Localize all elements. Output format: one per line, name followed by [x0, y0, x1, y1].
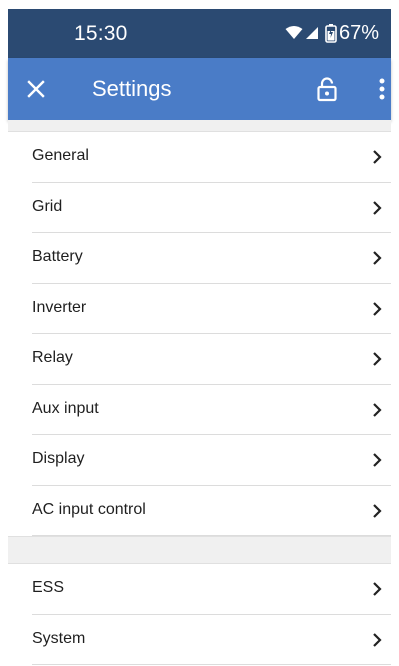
settings-item-system[interactable]: System: [8, 614, 391, 665]
section-divider: [8, 536, 391, 564]
page-title: Settings: [92, 76, 172, 101]
unlocked-padlock-icon[interactable]: [313, 75, 341, 103]
more-vertical-icon[interactable]: [374, 76, 390, 102]
settings-list: General Grid Battery Inverter Relay Aux …: [8, 120, 391, 665]
settings-item-display[interactable]: Display: [8, 435, 391, 486]
chevron-right-icon: [373, 453, 382, 467]
chevron-right-icon: [373, 200, 382, 215]
settings-item-label: General: [32, 147, 89, 164]
settings-item-aux-input[interactable]: Aux input: [8, 384, 391, 435]
chevron-right-icon: [373, 582, 382, 596]
chevron-right-icon: [373, 503, 382, 518]
settings-item-ac-input-control[interactable]: AC input control: [8, 485, 391, 536]
settings-item-label: Inverter: [32, 298, 87, 316]
settings-item-battery[interactable]: Battery: [8, 233, 391, 284]
settings-item-label: ESS: [32, 579, 65, 596]
settings-item-inverter[interactable]: Inverter: [8, 283, 391, 334]
close-icon[interactable]: [24, 77, 48, 101]
battery-charging-icon: [325, 24, 337, 43]
settings-item-label: Grid: [32, 197, 63, 215]
settings-item-ess[interactable]: ESS: [8, 564, 391, 615]
settings-item-label: Battery: [32, 248, 83, 265]
battery-percent: 67%: [338, 21, 379, 44]
chevron-right-icon: [373, 301, 382, 316]
app-bar: Settings: [8, 58, 391, 120]
settings-item-label: AC input control: [32, 500, 146, 518]
chevron-right-icon: [373, 251, 382, 265]
settings-item-label: Display: [32, 450, 85, 467]
settings-item-grid[interactable]: Grid: [8, 182, 391, 233]
settings-item-relay[interactable]: Relay: [8, 334, 391, 385]
settings-item-label: Aux input: [32, 399, 99, 417]
chevron-right-icon: [373, 150, 382, 164]
settings-item-general[interactable]: General: [8, 132, 391, 183]
chevron-right-icon: [373, 632, 382, 647]
settings-item-label: System: [32, 629, 86, 647]
wifi-icon: [285, 26, 303, 39]
settings-item-label: Relay: [32, 349, 73, 366]
list-top-spacer: [8, 120, 391, 132]
status-icons: 67%: [285, 21, 379, 45]
status-time: 15:30: [74, 22, 128, 45]
cellular-signal-icon: [305, 27, 318, 39]
status-bar: 15:30 67%: [8, 9, 391, 58]
chevron-right-icon: [373, 352, 382, 366]
chevron-right-icon: [373, 402, 382, 417]
